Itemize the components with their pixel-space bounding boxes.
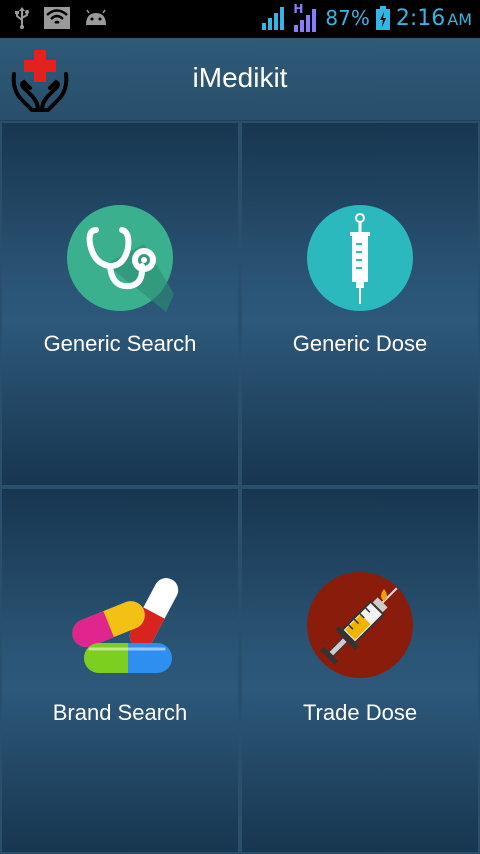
syringe-icon: [307, 205, 413, 311]
brand-search-label: Brand Search: [52, 700, 188, 725]
menu-grid: Generic Search Generic Dose Brand Search…: [0, 121, 480, 854]
wifi-icon: [44, 7, 70, 29]
trade-dose-tile[interactable]: Trade Dose: [240, 487, 480, 854]
trade-dose-label: Trade Dose: [302, 700, 418, 725]
generic-dose-tile[interactable]: Generic Dose: [240, 121, 480, 487]
android-icon: [86, 9, 106, 25]
generic-search-label: Generic Search: [43, 331, 197, 356]
stethoscope-icon: [67, 205, 174, 312]
brand-search-tile[interactable]: Brand Search: [0, 487, 240, 854]
generic-search-tile[interactable]: Generic Search: [0, 121, 240, 487]
battery-percent: 87%: [325, 6, 370, 30]
app-bar: iMedikit: [0, 38, 480, 122]
app-title: iMedikit: [192, 62, 288, 93]
generic-dose-label: Generic Dose: [292, 331, 428, 356]
signal-icon: [262, 7, 285, 30]
injection-icon: [307, 572, 413, 678]
pills-icon: [72, 578, 179, 673]
clock-time: 2:16: [395, 5, 446, 31]
battery-icon: [375, 6, 390, 30]
status-bar: H 87% 2:16 AM: [0, 0, 480, 38]
usb-icon: [15, 7, 29, 29]
hspa-signal-icon: H: [293, 2, 319, 32]
clock-ampm: AM: [447, 9, 472, 29]
